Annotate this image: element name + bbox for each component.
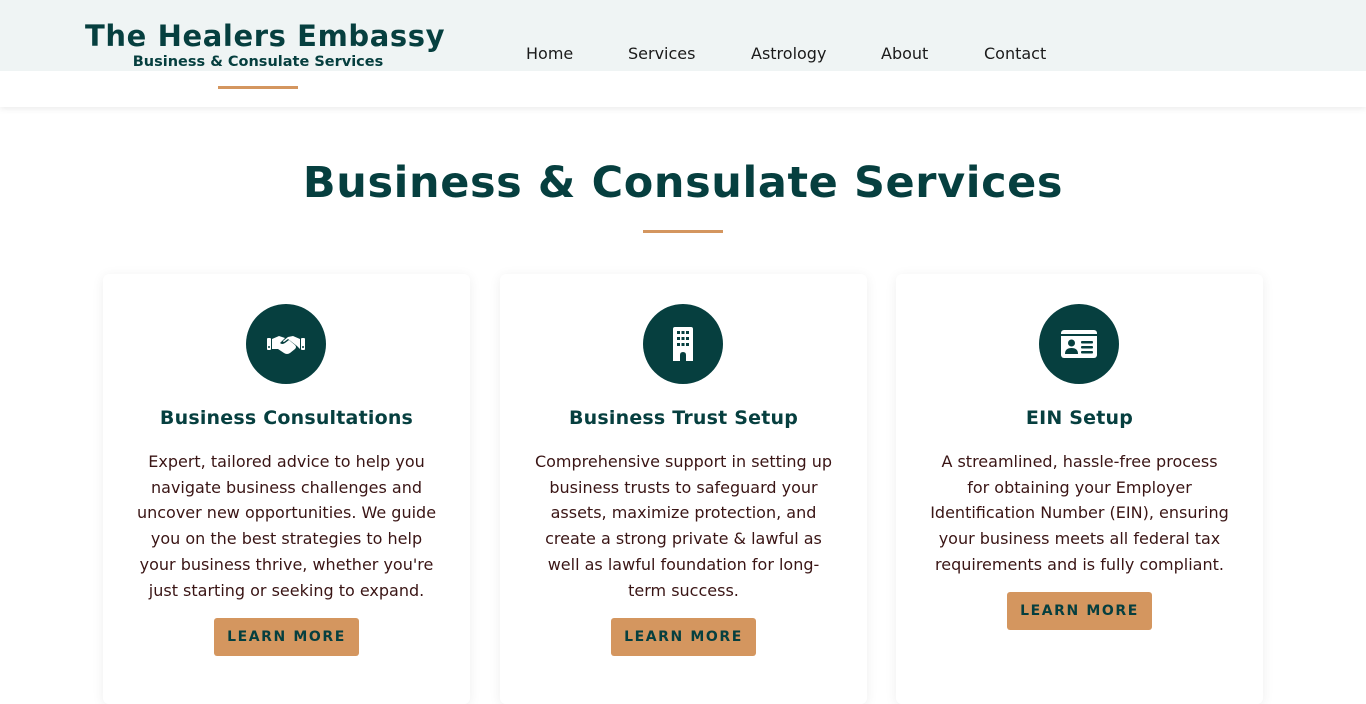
card-description: Comprehensive support in setting up busi… <box>534 452 833 600</box>
learn-more-button[interactable]: LEARN MORE <box>611 618 756 656</box>
card-title: Business Consultations <box>159 407 414 429</box>
title-underline <box>643 230 723 233</box>
learn-more-button[interactable]: LEARN MORE <box>1007 592 1152 630</box>
learn-more-button[interactable]: LEARN MORE <box>214 618 359 656</box>
card-description: A streamlined, hassle-free process for o… <box>930 452 1229 574</box>
card-title: EIN Setup <box>1025 407 1134 429</box>
nav-item-contact[interactable]: Contact <box>984 44 1046 63</box>
brand-underline <box>218 86 298 89</box>
service-card-consultations: Business Consultations Expert, tailored … <box>103 274 470 704</box>
brand-title: The Healers Embassy <box>85 19 446 53</box>
service-card-ein-setup: EIN Setup A streamlined, hassle-free pro… <box>896 274 1263 704</box>
page-title: Business & Consulate Services <box>302 158 1064 208</box>
nav-item-astrology[interactable]: Astrology <box>751 44 826 63</box>
nav-item-about[interactable]: About <box>881 44 928 63</box>
card-title: Business Trust Setup <box>568 407 799 429</box>
site-header: The Healers Embassy Business & Consulate… <box>0 0 1366 107</box>
nav-item-home[interactable]: Home <box>526 44 573 63</box>
nav-item-services[interactable]: Services <box>628 44 695 63</box>
icon-circle <box>246 304 326 384</box>
icon-circle <box>1039 304 1119 384</box>
brand-subtitle: Business & Consulate Services <box>132 54 384 70</box>
card-description: Expert, tailored advice to help you navi… <box>136 452 437 600</box>
service-card-trust-setup: Business Trust Setup Comprehensive suppo… <box>500 274 867 704</box>
handshake-icon <box>267 336 305 354</box>
icon-circle <box>643 304 723 384</box>
brand-logo[interactable]: The Healers Embassy Business & Consulate… <box>85 18 446 70</box>
id-card-icon <box>1061 330 1097 358</box>
building-icon <box>673 327 693 361</box>
